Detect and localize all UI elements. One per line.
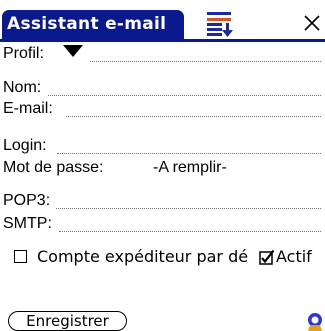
login-label: Login: <box>3 137 47 154</box>
network-status-icon <box>308 313 322 331</box>
nom-label: Nom: <box>3 79 42 96</box>
login-field[interactable] <box>57 153 321 154</box>
active-label: Actif <box>276 246 312 268</box>
password-label: Mot de passe: <box>3 159 104 176</box>
title-bar: Assistant e-mail <box>0 0 325 42</box>
sender-account-label: Compte expéditeur par dé <box>37 247 249 266</box>
smtp-label: SMTP: <box>3 215 52 232</box>
chevron-down-icon[interactable] <box>62 44 84 60</box>
password-field[interactable]: -A remplir- <box>153 158 227 178</box>
smtp-field[interactable] <box>59 231 321 232</box>
profil-field[interactable] <box>90 61 321 62</box>
options-row: Compte expéditeur par dé Actif <box>0 245 325 269</box>
email-row: E-mail: <box>0 97 325 123</box>
active-checkbox[interactable] <box>259 249 275 265</box>
email-label: E-mail: <box>3 100 53 117</box>
save-button[interactable]: Enregistrer <box>8 311 127 331</box>
profil-label: Profil: <box>3 45 44 62</box>
smtp-row: SMTP: <box>0 212 325 238</box>
window-title[interactable]: Assistant e-mail <box>2 10 184 39</box>
password-row: Mot de passe: -A remplir- <box>0 156 325 182</box>
close-icon[interactable] <box>302 13 322 33</box>
sender-account-checkbox[interactable] <box>14 250 27 263</box>
pop3-field[interactable] <box>56 208 321 209</box>
pop3-label: POP3: <box>3 192 51 209</box>
menu-list-icon[interactable] <box>207 12 235 38</box>
profil-row: Profil: <box>0 42 325 68</box>
email-field[interactable] <box>66 116 321 117</box>
nom-field[interactable] <box>48 95 321 96</box>
